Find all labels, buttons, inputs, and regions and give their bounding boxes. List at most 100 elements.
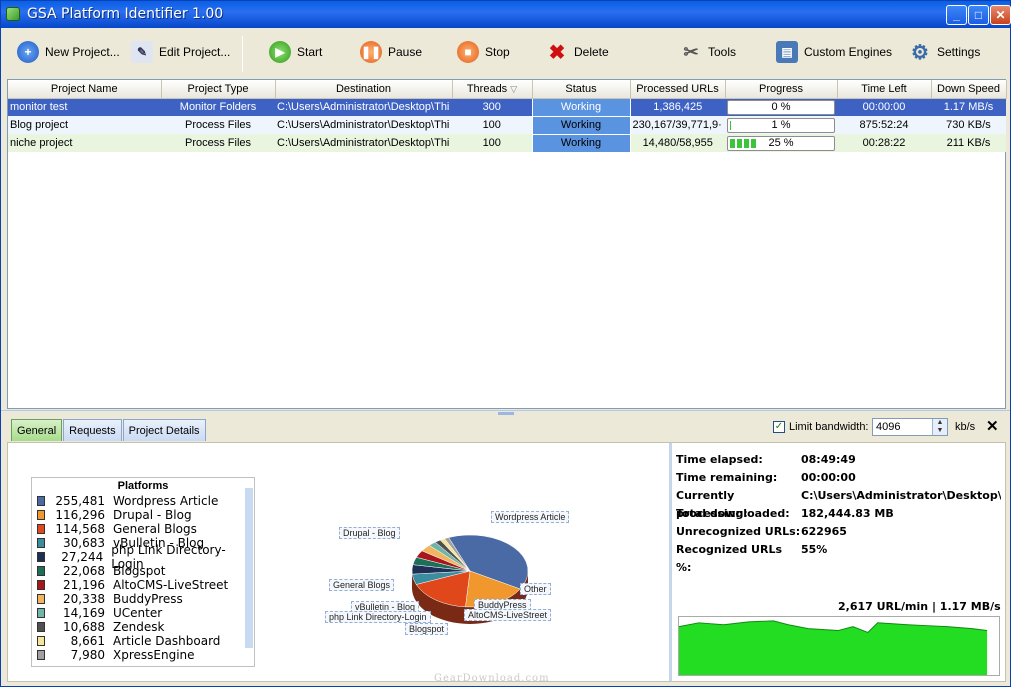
speed-graph <box>678 616 1000 676</box>
legend-swatch <box>37 608 45 618</box>
cell-destination: C:\Users\Administrator\Desktop\Thi <box>275 134 452 152</box>
legend-value: 255,481 <box>55 494 105 508</box>
window-title: GSA Platform Identifier 1.00 <box>27 6 224 22</box>
stat-row: Time remaining: 00:00:00 <box>676 469 1001 487</box>
col-destination[interactable]: Destination <box>275 80 453 99</box>
pie-slices <box>411 534 529 608</box>
stat-key: Currently processing: <box>676 489 748 520</box>
pie-label-alto: AltoCMS-LiveStreet <box>464 609 552 621</box>
tab-project-details[interactable]: Project Details <box>122 419 206 441</box>
stat-value: 182,444.83 MB <box>801 507 894 520</box>
stat-row: Time elapsed: 08:49:49 <box>676 451 1001 469</box>
close-button[interactable]: ✕ <box>990 5 1011 25</box>
cell-status: Working <box>531 97 631 117</box>
legend-scrollbar[interactable] <box>245 488 253 648</box>
maximize-button[interactable]: □ <box>968 5 989 25</box>
panel-divider[interactable] <box>669 443 672 681</box>
splitter[interactable] <box>1 410 1010 416</box>
projects-grid[interactable]: Project Name Project Type Destination Th… <box>7 79 1007 409</box>
legend-label: General Blogs <box>113 522 197 536</box>
legend-swatch <box>37 580 45 590</box>
custom-engines-label: Custom Engines <box>804 45 893 59</box>
legend-value: 7,980 <box>70 648 105 662</box>
start-button[interactable]: ▶ Start <box>269 40 322 64</box>
delete-x-icon: ✖ <box>548 41 566 64</box>
limit-bandwidth-checkbox[interactable]: ✓ <box>773 421 785 433</box>
tools-button[interactable]: ✂ Tools <box>680 40 736 64</box>
bandwidth-unit: kb/s <box>955 421 976 433</box>
toolbar: + New Project... ✎ Edit Project... ▶ Sta… <box>1 28 1010 78</box>
watermark: GearDownload.com <box>434 673 550 684</box>
stop-label: Stop <box>485 45 510 59</box>
speed-graph-fill <box>679 620 988 675</box>
engines-icon: ▤ <box>776 41 798 63</box>
col-progress[interactable]: Progress <box>725 80 838 99</box>
pause-button[interactable]: ❚❚ Pause <box>360 40 422 64</box>
cell-status: Working <box>531 115 631 135</box>
cell-name: monitor test <box>8 98 161 116</box>
stat-key: Time remaining: <box>676 471 778 484</box>
edit-project-button[interactable]: ✎ Edit Project... <box>131 40 230 64</box>
col-project-name[interactable]: Project Name <box>8 80 162 99</box>
legend-value: 10,688 <box>63 620 105 634</box>
col-time-left[interactable]: Time Left <box>837 80 932 99</box>
legend-item: 7,980 XpressEngine <box>32 648 254 662</box>
cell-destination: C:\Users\Administrator\Desktop\Thi <box>275 98 452 116</box>
tab-requests[interactable]: Requests <box>63 419 122 441</box>
legend-value: 21,196 <box>63 578 105 592</box>
legend-swatch <box>37 510 45 520</box>
legend-label: BuddyPress <box>113 592 183 606</box>
general-panel: Platforms 255,481 Wordpress Article 116,29… <box>7 442 1006 682</box>
start-label: Start <box>297 45 323 59</box>
legend-value: 20,338 <box>63 592 105 606</box>
col-project-type[interactable]: Project Type <box>161 80 276 99</box>
legend-label: UCenter <box>113 606 163 620</box>
gear-icon: ⚙ <box>911 41 929 64</box>
delete-button[interactable]: ✖ Delete <box>546 40 609 64</box>
stat-row: Total downloaded: 182,444.83 MB <box>676 505 1001 523</box>
cell-threads: 100 <box>452 116 532 134</box>
close-panel-icon[interactable]: ✕ <box>986 417 999 435</box>
legend-label: Wordpress Article <box>113 494 219 508</box>
legend-swatch <box>37 566 45 576</box>
legend-swatch <box>37 524 45 534</box>
splitter-grip[interactable] <box>498 412 514 415</box>
custom-engines-button[interactable]: ▤ Custom Engines <box>776 40 892 64</box>
legend-item: 8,661 Article Dashboard <box>32 634 254 648</box>
minimize-button[interactable]: _ <box>946 5 967 25</box>
stop-button[interactable]: ■ Stop <box>457 40 510 64</box>
legend-value: 116,296 <box>55 508 105 522</box>
table-row[interactable]: monitor test Monitor Folders C:\Users\Ad… <box>8 97 1006 117</box>
col-processed-urls[interactable]: Processed URLs <box>630 80 726 99</box>
cell-type: Process Files <box>161 116 275 134</box>
legend-label: Article Dashboard <box>113 634 221 648</box>
tab-general[interactable]: General <box>11 419 63 441</box>
col-threads[interactable]: Threads ▽ <box>452 80 533 99</box>
col-down-speed[interactable]: Down Speed <box>931 80 1007 99</box>
stat-key: Total downloaded: <box>676 507 790 520</box>
cell-name: Blog project <box>8 116 161 134</box>
cell-speed: 730 KB/s <box>931 116 1006 134</box>
table-row[interactable]: Blog project Process Files C:\Users\Admi… <box>8 115 1006 135</box>
col-status[interactable]: Status <box>532 80 631 99</box>
cell-time-left: 00:00:00 <box>837 98 931 116</box>
legend-label: XpressEngine <box>113 648 195 662</box>
table-row[interactable]: niche project Process Files C:\Users\Adm… <box>8 133 1006 153</box>
legend-value: 30,683 <box>63 536 105 550</box>
settings-button[interactable]: ⚙ Settings <box>909 40 980 64</box>
bandwidth-spinner[interactable]: ▲ ▼ <box>932 419 947 435</box>
new-project-button[interactable]: + New Project... <box>17 40 120 64</box>
stat-value: 622965 <box>801 525 847 538</box>
grid-header: Project Name Project Type Destination Th… <box>8 80 1007 99</box>
progress-bar: 0 % <box>727 99 835 115</box>
cell-destination: C:\Users\Administrator\Desktop\Thi <box>275 116 452 134</box>
legend-item: 27,244 php Link Directory-Login <box>32 543 254 571</box>
legend-swatch <box>37 538 45 548</box>
col-threads-label: Threads <box>466 82 508 95</box>
tab-bar: General Requests Project Details <box>11 419 207 442</box>
cell-threads: 100 <box>452 134 532 152</box>
cell-processed: 1,386,425 <box>630 98 725 116</box>
settings-label: Settings <box>937 45 981 59</box>
app-icon <box>6 7 20 21</box>
title-bar[interactable]: GSA Platform Identifier 1.00 _ □ ✕ <box>1 1 1011 28</box>
